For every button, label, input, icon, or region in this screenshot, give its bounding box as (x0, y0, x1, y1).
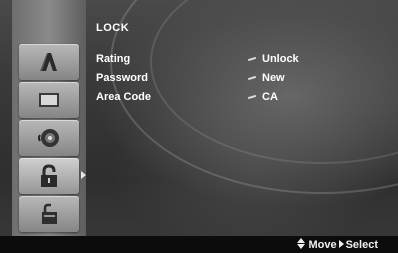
up-down-arrows-icon (297, 238, 306, 249)
menu-item-password[interactable]: Password (96, 72, 148, 84)
hint-bar: Move Select (0, 236, 398, 253)
sidebar-item-display[interactable] (19, 82, 79, 118)
right-arrow-icon (338, 240, 344, 248)
sidebar-item-lock[interactable] (19, 158, 86, 194)
password-value-text: New (262, 72, 285, 84)
option-arrow-icon (247, 56, 257, 62)
option-arrow-icon (247, 94, 257, 100)
setup-sidebar (12, 0, 86, 236)
sidebar-item-audio[interactable] (19, 120, 79, 156)
language-icon (40, 53, 57, 71)
display-icon (39, 93, 59, 107)
lock-icon (41, 164, 57, 187)
setup-screen: LOCK Rating Unlock Password New Area Cod… (0, 0, 398, 253)
others-icon (42, 203, 57, 224)
selected-arrow-icon (81, 171, 86, 179)
password-value[interactable]: New (247, 72, 285, 84)
sidebar-item-others[interactable] (19, 196, 79, 232)
option-arrow-icon (247, 75, 257, 81)
navigation-hint: Move Select (297, 238, 378, 251)
sidebar-item-language[interactable] (19, 44, 79, 80)
audio-icon (38, 129, 59, 147)
rating-value[interactable]: Unlock (247, 53, 299, 65)
area-code-value[interactable]: CA (247, 91, 278, 103)
rating-value-text: Unlock (262, 53, 299, 65)
page-title: LOCK (96, 22, 130, 34)
area-code-value-text: CA (262, 91, 278, 103)
select-hint-label: Select (345, 239, 378, 251)
menu-item-rating[interactable]: Rating (96, 53, 130, 65)
menu-item-area-code[interactable]: Area Code (96, 91, 151, 103)
move-hint-label: Move (308, 239, 337, 251)
